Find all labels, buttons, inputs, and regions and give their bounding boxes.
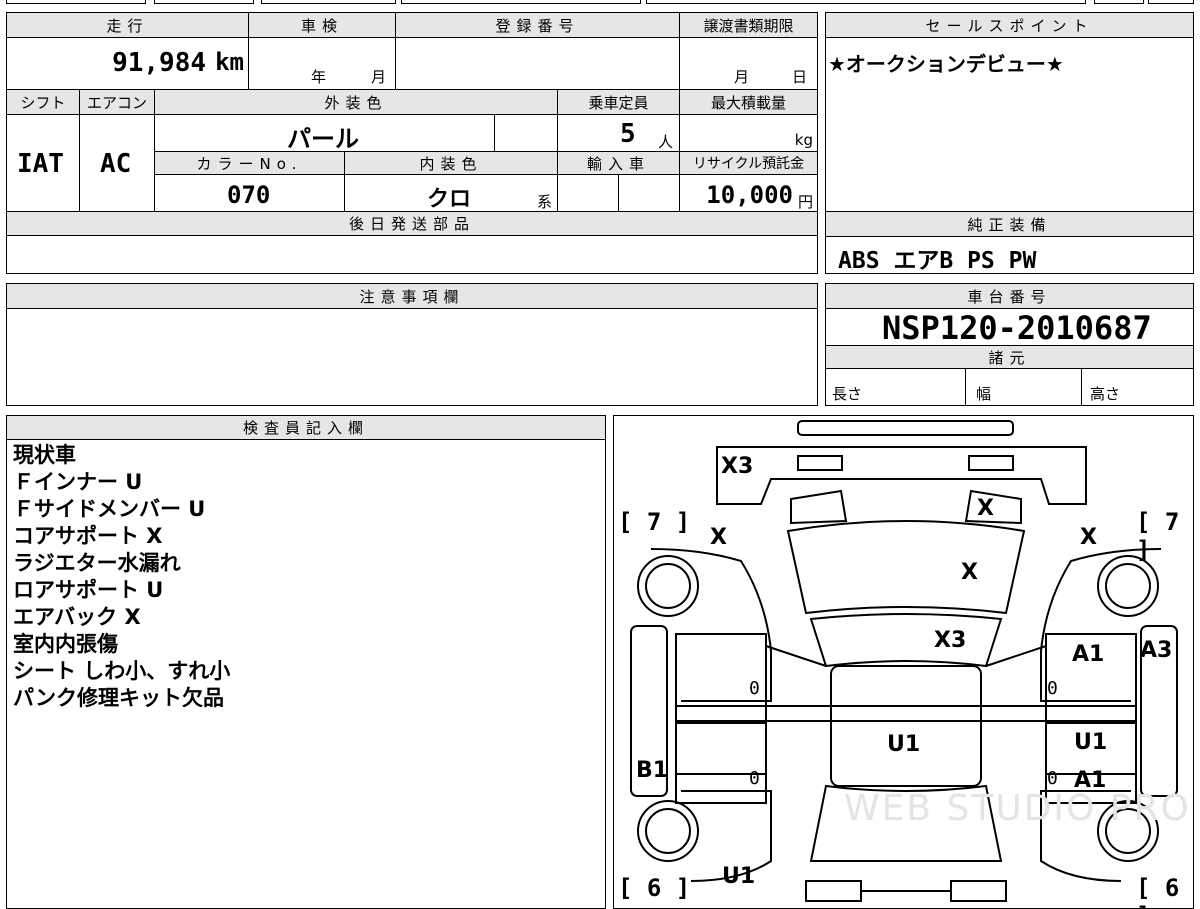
transfer-cell: 月 日 <box>679 37 818 90</box>
spec-length-cell: 長さ <box>825 368 966 406</box>
recycle-value: 10,000 <box>706 181 793 209</box>
rear-left-label: U1 <box>722 864 756 889</box>
note-line: シート しわ小、すれ小 <box>13 659 231 683</box>
zero-mark: 0 <box>749 678 760 699</box>
shaken-header: 車検 <box>248 12 396 38</box>
transfer-header: 譲渡書類期限 <box>679 12 818 38</box>
exterior-header: 外装色 <box>154 89 558 115</box>
spec-height-cell: 高さ <box>1081 368 1194 406</box>
note-line: コアサポート X <box>13 524 163 548</box>
zero-mark: 0 <box>1047 678 1058 699</box>
hood-label: X <box>977 496 994 521</box>
chassis-header: 車台番号 <box>825 283 1194 309</box>
equipment-cell: ABS エアB PS PW <box>825 236 1194 274</box>
fr-fender-label: X <box>1080 525 1097 550</box>
later-header: 後日発送部品 <box>6 211 818 236</box>
capacity-header: 乗車定員 <box>557 89 680 115</box>
interior-value: クロ <box>427 187 472 212</box>
equipment-header: 純正装備 <box>825 211 1194 237</box>
sales-header: セールスポイント <box>825 12 1194 38</box>
interior-header: 内装色 <box>344 151 558 175</box>
capacity-cell: 5 人 <box>557 114 680 152</box>
note-line: ロアサポート U <box>13 578 164 602</box>
shift-cell: IAT <box>6 114 80 212</box>
rr-tire-tread: [ 6 ] <box>1136 874 1180 908</box>
chassis-number: NSP120-2010687 <box>882 309 1152 347</box>
zero-mark: 0 <box>1047 768 1058 789</box>
r-front-door-label: A1 <box>1072 642 1105 667</box>
front-bumper-label: X3 <box>721 454 754 479</box>
shaken-cell: 年 月 <box>248 37 396 90</box>
sales-text: ★オークションデビュー★ <box>828 52 1064 76</box>
colorno-value: 070 <box>227 181 271 209</box>
note-line: 現状車 <box>13 443 76 467</box>
watermark: WEB STUDIO PRO <box>844 788 1191 829</box>
colorno-cell: 070 <box>154 174 345 212</box>
roof-front-label: X3 <box>934 628 967 653</box>
note-line: Ｆサイドメンバー U <box>13 497 206 521</box>
note-line: ラジエター水漏れ <box>13 551 181 575</box>
reg-header: 登録番号 <box>395 12 680 38</box>
shift-value: IAT <box>17 149 64 179</box>
maxload-header: 最大積載量 <box>679 89 818 115</box>
colorno-header: カラーNo. <box>154 151 345 175</box>
top-strip <box>6 0 1194 4</box>
fr-tire-tread: [ 7 ] <box>1136 508 1180 564</box>
import-cell-b <box>618 174 680 212</box>
r-rear-door-a-label: A1 <box>1074 768 1107 793</box>
car-diagram: WEB STUDIO PRO X3 X X X X X3 A1 A3 U1 U1… <box>613 415 1194 909</box>
r-pillar-label: A3 <box>1140 638 1173 663</box>
note-line: Ｆインナー U <box>13 470 143 494</box>
r-rear-door-u-label: U1 <box>1074 730 1108 755</box>
l-rocker-label: B1 <box>636 758 669 783</box>
windshield-label: X <box>961 560 978 585</box>
center-label: U1 <box>887 732 921 757</box>
equipment-items: ABS エアB PS PW <box>838 248 1037 274</box>
shift-header: シフト <box>6 89 80 115</box>
import-cell-a <box>557 174 619 212</box>
mileage-value: 91,984 <box>112 48 206 78</box>
spec-width-cell: 幅 <box>965 368 1082 406</box>
inspector-cell: 現状車 Ｆインナー U Ｆサイドメンバー U コアサポート X ラジエター水漏れ… <box>6 439 606 909</box>
mileage-cell: 91,984 km <box>6 37 249 90</box>
import-header: 輸入車 <box>557 151 680 175</box>
fl-tire-tread: [ 7 ] <box>618 508 691 536</box>
chassis-cell: NSP120-2010687 <box>825 308 1194 347</box>
ac-cell: AC <box>79 114 155 212</box>
caution-header: 注意事項欄 <box>6 283 818 309</box>
note-line: エアバック X <box>13 605 141 629</box>
sales-cell: ★オークションデビュー★ <box>825 37 1194 212</box>
exterior-extra-cell <box>494 114 558 152</box>
reg-cell <box>395 37 680 90</box>
ac-value: AC <box>100 149 132 179</box>
fl-fender-label: X <box>710 525 727 550</box>
ac-header: エアコン <box>79 89 155 115</box>
note-line: 室内内張傷 <box>13 632 118 656</box>
interior-cell: クロ 系 <box>344 174 558 212</box>
mileage-unit: km <box>215 48 244 76</box>
mileage-header: 走行 <box>6 12 249 38</box>
exterior-cell: パール <box>154 114 495 153</box>
note-line: パンク修理キット欠品 <box>13 686 225 710</box>
inspector-header: 検査員記入欄 <box>6 415 606 440</box>
exterior-value: パール <box>287 125 359 153</box>
spec-header: 諸元 <box>825 345 1194 369</box>
vehicle-info: 走行 車検 登録番号 譲渡書類期限 91,984 km 年 月 月 日 シフト … <box>6 12 818 274</box>
rl-tire-tread: [ 6 ] <box>618 874 691 902</box>
capacity-value: 5 <box>620 119 636 149</box>
maxload-cell: kg <box>679 114 818 152</box>
zero-mark: 0 <box>749 768 760 789</box>
later-cell <box>6 235 818 274</box>
caution-cell <box>6 308 818 406</box>
recycle-header: リサイクル預託金 <box>679 151 818 175</box>
recycle-cell: 10,000 円 <box>679 174 818 212</box>
car-outline-drawing <box>630 420 1178 902</box>
